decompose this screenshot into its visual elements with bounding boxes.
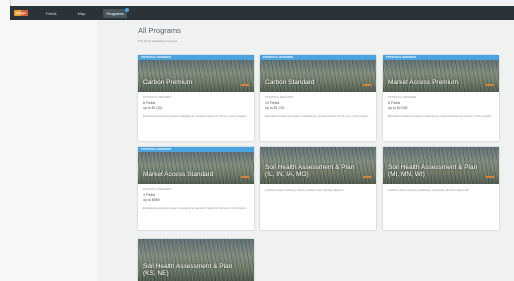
card-hero-image: Market Access Premium bbox=[383, 60, 499, 92]
card-body: POTENTIAL REWARDS 8 Fields up to $2,005 … bbox=[383, 92, 499, 121]
card-fields: 8 Fields bbox=[388, 101, 401, 105]
program-card-soil-health-ks-ne[interactable]: Soil Health Assessment & Plan (KS, NE) bbox=[138, 239, 254, 281]
card-accent-tag bbox=[363, 84, 371, 86]
card-description: Estimated rewards are based on adopting … bbox=[265, 115, 369, 118]
card-title: Soil Health Assessment & Plan (KS, NE) bbox=[143, 263, 233, 277]
card-rewards-label: POTENTIAL REWARDS bbox=[143, 188, 172, 191]
program-card-soil-health-mi-mn-wi[interactable]: Soil Health Assessment & Plan (MI, MN, W… bbox=[383, 147, 499, 230]
card-reward-amount: up to $1,751 bbox=[265, 106, 285, 110]
card-body: Limited to select counties in Michigan, … bbox=[383, 184, 499, 195]
card-rewards-label: POTENTIAL REWARDS bbox=[143, 96, 172, 99]
card-hero-image: Carbon Premium bbox=[138, 60, 254, 92]
card-description: Limited to select counties in Illinois, … bbox=[265, 189, 344, 192]
program-card-soil-health-il-in-ia-mo[interactable]: Soil Health Assessment & Plan (IL, IN, I… bbox=[260, 147, 376, 230]
card-hero-image: Soil Health Assessment & Plan (IL, IN, I… bbox=[260, 147, 376, 184]
card-accent-tag bbox=[486, 84, 494, 86]
card-description: Estimated rewards are based on adopting … bbox=[388, 115, 492, 118]
card-reward-amount: up to $1,001 bbox=[143, 106, 163, 110]
card-hero-image: Carbon Standard bbox=[260, 60, 376, 92]
card-fields: 8 Fields bbox=[143, 101, 156, 105]
card-body: POTENTIAL REWARDS 8 Fields up to $1,001 … bbox=[138, 92, 254, 121]
nav-item-programs[interactable]: Programs bbox=[103, 7, 129, 18]
card-title: Market Access Standard bbox=[143, 171, 214, 178]
card-rewards-label: POTENTIAL REWARDS bbox=[265, 96, 294, 99]
page-subtitle: The list of available programs bbox=[138, 39, 178, 43]
card-accent-tag bbox=[363, 176, 371, 178]
program-card-market-access-premium[interactable]: POTENTIAL REWARDS Market Access Premium … bbox=[383, 55, 499, 141]
top-nav: Indigo Fields Map Programs bbox=[10, 6, 514, 20]
card-title: Soil Health Assessment & Plan (MI, MN, W… bbox=[388, 164, 478, 178]
nav-item-programs-label: Programs bbox=[106, 10, 124, 16]
brand-logo-text: Indigo bbox=[16, 11, 26, 15]
card-description: Estimated rewards are based on adopting … bbox=[143, 115, 247, 118]
card-accent-tag bbox=[486, 176, 494, 178]
card-fields: 10 Fields bbox=[265, 101, 280, 105]
notification-dot bbox=[124, 7, 129, 12]
program-card-carbon-premium[interactable]: POTENTIAL REWARDS Carbon Premium POTENTI… bbox=[138, 55, 254, 141]
card-body: Limited to select counties in Illinois, … bbox=[260, 184, 376, 195]
card-fields: 4 Fields bbox=[143, 193, 156, 197]
card-title: Market Access Premium bbox=[388, 79, 459, 86]
card-hero-image: Market Access Standard bbox=[138, 152, 254, 184]
nav-item-fields[interactable]: Fields bbox=[43, 9, 60, 18]
page-title: All Programs bbox=[138, 26, 181, 35]
left-panel bbox=[10, 20, 97, 281]
card-description: Estimated rewards are based on adopting … bbox=[143, 207, 247, 210]
card-accent-tag bbox=[241, 176, 249, 178]
brand-logo[interactable]: Indigo bbox=[14, 10, 28, 16]
program-card-market-access-standard[interactable]: POTENTIAL REWARDS Market Access Standard… bbox=[138, 147, 254, 230]
card-hero-image: Soil Health Assessment & Plan (MI, MN, W… bbox=[383, 147, 499, 184]
card-hero-image: Soil Health Assessment & Plan (KS, NE) bbox=[138, 239, 254, 281]
card-body: POTENTIAL REWARDS 4 Fields up to $989 Es… bbox=[138, 184, 254, 213]
card-reward-amount: up to $989 bbox=[143, 198, 160, 202]
card-description: Limited to select counties in Michigan, … bbox=[388, 189, 469, 192]
nav-item-map[interactable]: Map bbox=[75, 9, 89, 18]
card-rewards-label: POTENTIAL REWARDS bbox=[388, 96, 417, 99]
card-body: POTENTIAL REWARDS 10 Fields up to $1,751… bbox=[260, 92, 376, 121]
card-title: Carbon Premium bbox=[143, 79, 193, 86]
card-title: Soil Health Assessment & Plan (IL, IN, I… bbox=[265, 164, 355, 178]
program-card-carbon-standard[interactable]: POTENTIAL REWARDS Carbon Standard POTENT… bbox=[260, 55, 376, 141]
card-title: Carbon Standard bbox=[265, 79, 315, 86]
card-reward-amount: up to $2,005 bbox=[388, 106, 408, 110]
card-accent-tag bbox=[241, 84, 249, 86]
